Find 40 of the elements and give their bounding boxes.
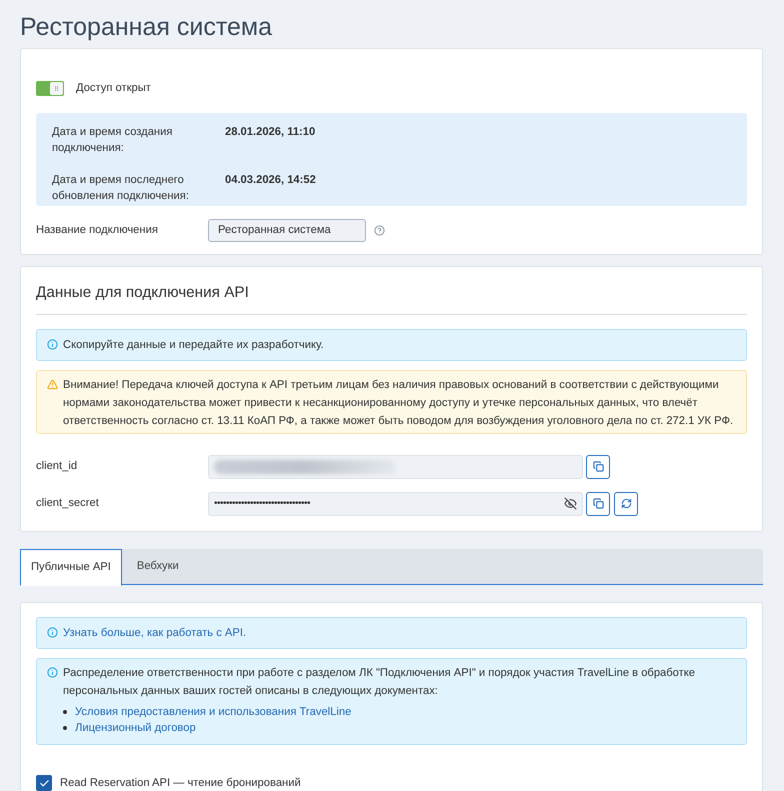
copy-icon xyxy=(592,498,604,510)
input-field[interactable]: •••••••••••••••••••••••••••••••• xyxy=(208,492,583,516)
help-icon[interactable] xyxy=(374,224,385,236)
toggle-switch[interactable] xyxy=(36,80,64,96)
info-icon xyxy=(47,339,58,350)
document-link[interactable]: Условия предоставления и использования TravelLine xyxy=(75,704,352,720)
checkmark-icon xyxy=(38,778,50,789)
section-title: Данные для подключения API xyxy=(36,282,747,315)
access-label: Доступ открыт xyxy=(76,81,151,96)
tab[interactable]: Вебхуки xyxy=(122,548,194,584)
permission-label: Read Reservation API — чтение бронирований xyxy=(60,776,301,791)
alert-text: Распределение ответственности при работе с разделом ЛК "Подключения API" и порядок участия TravelLine в обработке персональных данных ваших гостей описаны в следующих документах: xyxy=(63,666,696,699)
bullet-icon xyxy=(63,726,67,730)
document-link[interactable]: Лицензионный договор xyxy=(75,720,196,736)
field-label: client_id xyxy=(36,459,78,474)
tab[interactable]: Публичные API xyxy=(20,548,122,586)
warning-icon xyxy=(47,379,58,390)
copy-icon xyxy=(592,461,604,472)
name-input-field[interactable]: Ресторанная система xyxy=(208,218,366,242)
checkbox[interactable] xyxy=(36,775,52,791)
help-link[interactable]: Узнать больше, как работать с API. xyxy=(63,624,246,642)
date-label: Дата и время создания подключения: xyxy=(52,124,174,156)
alert-text: Внимание! Передача ключей доступа к API третьим лицам без наличия правовых оснований в соответствии с действующими нормами законодательства может привести к несанкционированному доступу и утечке персональных данных, что влечёт ответственность согласно ст. 13.11 КоАП РФ, а также может быть поводом для возбуждения уголовного дела по ст. 272.1 УК РФ. xyxy=(63,378,734,429)
eye-off-icon[interactable] xyxy=(564,497,577,510)
date-value: 28.01.2026, 11:10 xyxy=(225,124,316,140)
info-icon xyxy=(47,667,58,678)
copy-button[interactable] xyxy=(586,454,610,479)
alert-text: Скопируйте данные и передайте их разработчику. xyxy=(63,338,324,353)
bullet-icon xyxy=(63,710,67,714)
input-field[interactable] xyxy=(208,454,583,479)
field-label: client_secret xyxy=(36,496,100,512)
date-value: 04.03.2026, 14:52 xyxy=(225,172,316,188)
page-title: Ресторанная система xyxy=(20,12,273,42)
date-label: Дата и время последнего обновления подключения: xyxy=(52,172,190,204)
refresh-icon xyxy=(620,498,632,510)
regenerate-button[interactable] xyxy=(614,492,638,516)
masked-value: •••••••••••••••••••••••••••••••• xyxy=(214,496,310,511)
info-icon xyxy=(47,627,58,638)
field-label: Название подключения xyxy=(36,222,159,238)
copy-button[interactable] xyxy=(586,492,610,516)
